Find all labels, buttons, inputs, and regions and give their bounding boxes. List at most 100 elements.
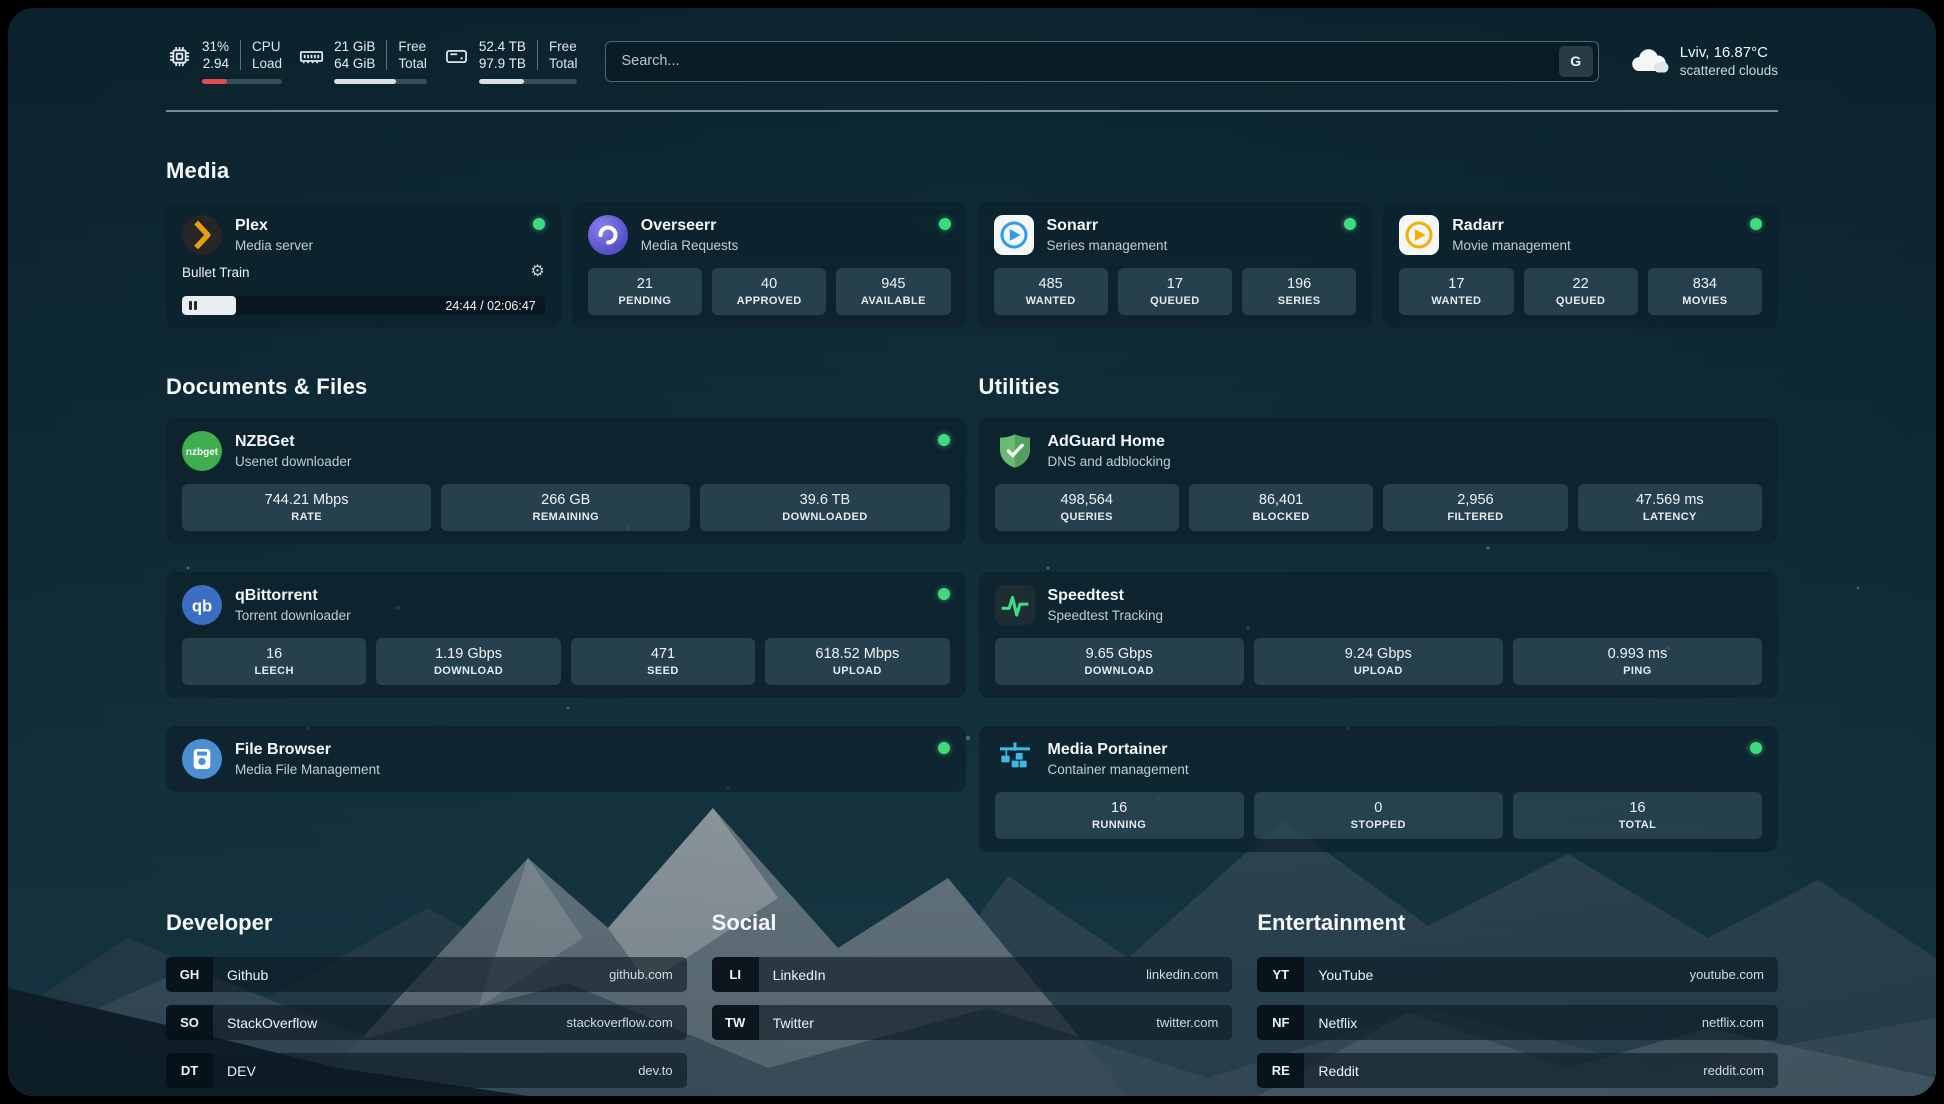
divider: [386, 40, 387, 70]
system-metrics: 31% 2.94 CPU Load: [166, 38, 577, 84]
pause-icon[interactable]: [189, 301, 197, 310]
stat-label: STOPPED: [1351, 819, 1406, 831]
memory-progress-bar: [334, 79, 427, 84]
bookmark-name: Twitter: [773, 1015, 814, 1031]
search-input[interactable]: [621, 53, 1558, 69]
status-indicator: [533, 218, 545, 230]
bookmark-name: StackOverflow: [227, 1015, 317, 1031]
bookmark-abbr: LI: [712, 957, 759, 992]
stat-box: 9.65 Gbps DOWNLOAD: [995, 638, 1244, 685]
app-card-overseerr[interactable]: Overseerr Media Requests 21 PENDING 40 A…: [572, 202, 967, 328]
stat-box: 471 SEED: [571, 638, 755, 685]
memory-values: 21 GiB 64 GiB: [334, 38, 375, 72]
cpu-icon: [166, 43, 193, 70]
app-card-sonarr[interactable]: Sonarr Series management 485 WANTED 17 Q…: [978, 202, 1373, 328]
bookmark-abbr: DT: [166, 1053, 213, 1088]
app-card-portainer[interactable]: Media Portainer Container management 16 …: [979, 726, 1779, 852]
cpu-load: 2.94: [202, 55, 229, 72]
app-card-nzbget[interactable]: nzbget NZBGet Usenet downloader 744.21 M…: [166, 418, 966, 544]
app-title: AdGuard Home: [1048, 433, 1171, 451]
memory-progress-fill: [334, 79, 396, 84]
bookmark-url: reddit.com: [1703, 1063, 1764, 1078]
stat-value: 618.52 Mbps: [815, 646, 899, 662]
bookmark-netflix[interactable]: NF Netflix netflix.com: [1257, 1005, 1778, 1040]
bookmark-abbr: TW: [712, 1005, 759, 1040]
stat-value: 16: [266, 646, 282, 662]
app-card-plex[interactable]: Plex Media server Bullet Train ⚙ 24:44 /…: [166, 202, 561, 328]
bookmark-abbr: SO: [166, 1005, 213, 1040]
playback-progress-bar[interactable]: 24:44 / 02:06:47: [182, 296, 545, 315]
bookmark-reddit[interactable]: RE Reddit reddit.com: [1257, 1053, 1778, 1088]
app-title: Plex: [235, 217, 313, 235]
stat-value: 39.6 TB: [800, 492, 851, 508]
app-title: Sonarr: [1047, 217, 1168, 235]
stat-label: TOTAL: [1619, 819, 1657, 831]
app-subtitle: DNS and adblocking: [1048, 454, 1171, 469]
app-subtitle: Series management: [1047, 238, 1168, 253]
app-card-radarr[interactable]: Radarr Movie management 17 WANTED 22 QUE…: [1383, 202, 1778, 328]
app-card-speedtest[interactable]: Speedtest Speedtest Tracking 9.65 Gbps D…: [979, 572, 1779, 698]
bookmark-twitter[interactable]: TW Twitter twitter.com: [712, 1005, 1233, 1040]
bookmark-youtube[interactable]: YT YouTube youtube.com: [1257, 957, 1778, 992]
stat-value: 471: [651, 646, 675, 662]
stat-label: SEED: [647, 665, 679, 677]
stat-label: MOVIES: [1682, 295, 1727, 307]
stat-box: 21 PENDING: [588, 268, 702, 315]
section-title-media: Media: [166, 158, 1778, 184]
stat-value: 47.569 ms: [1636, 492, 1704, 508]
section-title-developer: Developer: [166, 910, 687, 936]
stat-box: 9.24 Gbps UPLOAD: [1254, 638, 1503, 685]
plex-icon: [182, 215, 222, 255]
cloud-icon: [1627, 45, 1669, 77]
stat-label: QUERIES: [1061, 511, 1113, 523]
section-title-social: Social: [712, 910, 1233, 936]
app-card-adguard[interactable]: AdGuard Home DNS and adblocking 498,564 …: [979, 418, 1779, 544]
app-card-filebrowser[interactable]: File Browser Media File Management: [166, 726, 966, 792]
bookmark-abbr: GH: [166, 957, 213, 992]
settings-gear-icon[interactable]: ⚙: [530, 264, 544, 280]
memory-labels: Free Total: [398, 38, 427, 72]
stat-box: 2,956 FILTERED: [1383, 484, 1567, 531]
bookmark-name: Reddit: [1318, 1063, 1358, 1079]
cpu-percent: 31%: [202, 38, 229, 55]
stat-label: DOWNLOAD: [434, 665, 503, 677]
cpu-values: 31% 2.94: [202, 38, 229, 72]
app-subtitle: Media File Management: [235, 762, 380, 777]
search-engine-button[interactable]: G: [1559, 46, 1593, 77]
playback-progress-fill: [182, 296, 236, 315]
disk-labels: Free Total: [549, 38, 578, 72]
stat-box: 0 STOPPED: [1254, 792, 1503, 839]
stat-value: 40: [761, 276, 777, 292]
bookmark-url: github.com: [609, 967, 673, 982]
bookmark-url: linkedin.com: [1146, 967, 1218, 982]
bookmark-github[interactable]: GH Github github.com: [166, 957, 687, 992]
stat-value: 1.19 Gbps: [435, 646, 502, 662]
bookmark-group-developer: Developer GH Github github.com SO StackO…: [166, 910, 687, 1088]
stat-value: 2,956: [1457, 492, 1493, 508]
stat-value: 945: [881, 276, 905, 292]
bookmark-stackoverflow[interactable]: SO StackOverflow stackoverflow.com: [166, 1005, 687, 1040]
svg-text:nzbget: nzbget: [186, 447, 219, 458]
divider: [537, 40, 538, 70]
status-indicator: [939, 218, 951, 230]
disk-widget: 52.4 TB 97.9 TB Free Total: [443, 38, 578, 84]
bookmark-dev[interactable]: DT DEV dev.to: [166, 1053, 687, 1088]
stat-label: LEECH: [255, 665, 294, 677]
stat-value: 485: [1039, 276, 1063, 292]
stat-box: 40 APPROVED: [712, 268, 826, 315]
app-subtitle: Container management: [1048, 762, 1189, 777]
overseerr-icon: [588, 215, 628, 255]
app-card-qbittorrent[interactable]: qb qBittorrent Torrent downloader 16 LEE…: [166, 572, 966, 698]
disk-progress-bar: [479, 79, 578, 84]
disk-values: 52.4 TB 97.9 TB: [479, 38, 526, 72]
media-grid: Plex Media server Bullet Train ⚙ 24:44 /…: [166, 202, 1778, 328]
stat-box: 1.19 Gbps DOWNLOAD: [376, 638, 560, 685]
dashboard-screen: 31% 2.94 CPU Load: [8, 8, 1936, 1096]
stat-label: REMAINING: [532, 511, 599, 523]
stat-box: 618.52 Mbps UPLOAD: [765, 638, 949, 685]
section-title-utilities: Utilities: [979, 374, 1779, 400]
cpu-progress-bar: [202, 79, 282, 84]
app-subtitle: Usenet downloader: [235, 454, 351, 469]
stat-label: WANTED: [1431, 295, 1481, 307]
bookmark-linkedin[interactable]: LI LinkedIn linkedin.com: [712, 957, 1233, 992]
